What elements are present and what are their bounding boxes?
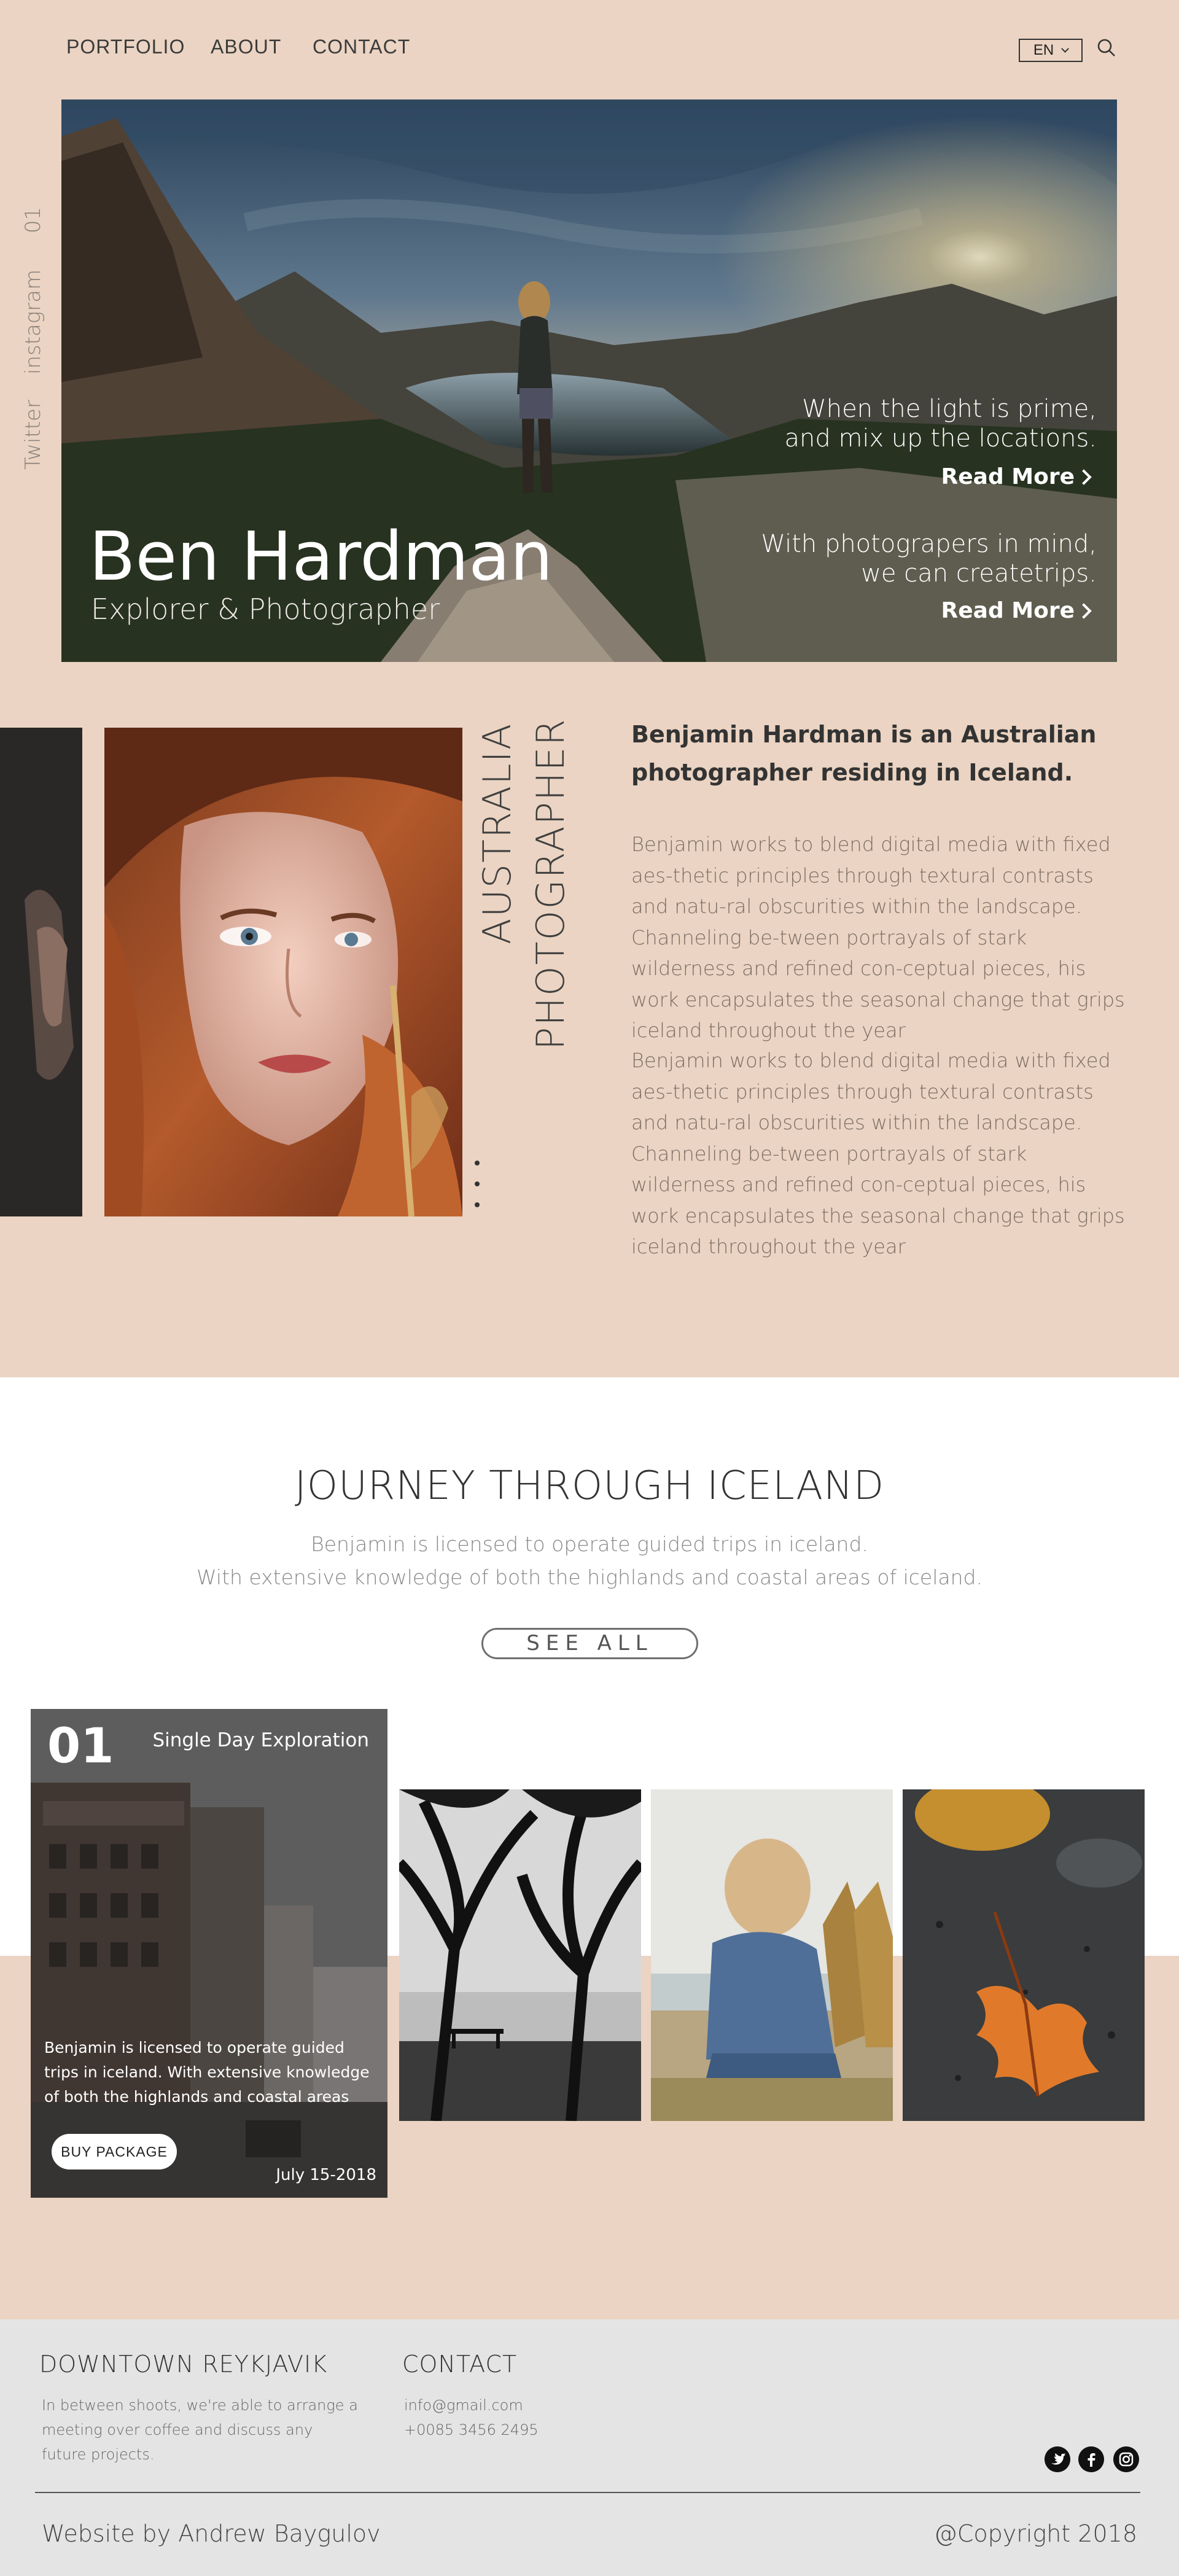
hero-title: Ben Hardman <box>89 517 553 596</box>
footer-location-heading: DOWNTOWN REYKJAVIK <box>39 2351 328 2378</box>
footer-contact-heading: CONTACT <box>402 2351 518 2378</box>
vertical-label-photographer: PHOTOGRAPHER <box>528 718 573 1050</box>
hero-blurb-2-line-1: With photograpers in mind, <box>761 530 1097 558</box>
hero-blurb-2-line-2: we can createtrips. <box>861 559 1097 588</box>
card-title: Single Day Exploration <box>152 1729 369 1751</box>
read-more-link-1[interactable]: Read More <box>941 464 1092 489</box>
side-number: 01 <box>21 206 45 233</box>
read-more-label: Read More <box>941 464 1075 489</box>
hero-blurb-1: When the light is prime, and mix up the … <box>784 394 1097 453</box>
side-twitter-link[interactable]: Twitter <box>21 400 45 470</box>
card-date: July 15-2018 <box>276 2166 376 2184</box>
about-paragraph-1: Benjamin works to blend digital media wi… <box>631 833 1125 1042</box>
footer-phone: +0085 3456 2495 <box>404 2421 539 2438</box>
footer-location-text: In between shoots, we're able to arrange… <box>42 2397 358 2463</box>
about-heading: Benjamin Hardman is an Australian photog… <box>631 721 1097 786</box>
footer-divider <box>35 2492 1140 2493</box>
footer-email-link[interactable]: info@gmail.com <box>404 2393 523 2418</box>
hero-blurb-1-line-1: When the light is prime, <box>802 395 1097 423</box>
twitter-icon[interactable] <box>1045 2446 1070 2472</box>
journey-subtitle-2: With extensive knowledge of both the hig… <box>196 1565 982 1589</box>
read-more-link-2[interactable]: Read More <box>941 598 1092 623</box>
instagram-icon[interactable] <box>1113 2446 1139 2472</box>
language-select[interactable]: EN <box>1019 39 1083 62</box>
gallery-photo-trees[interactable] <box>399 1789 641 2121</box>
chevron-down-icon <box>1061 45 1070 53</box>
language-value: EN <box>1033 42 1054 58</box>
dots-indicator <box>475 1161 480 1223</box>
nav-contact-link[interactable]: CONTACT <box>313 36 410 58</box>
buy-package-button[interactable]: BUY PACKAGE <box>52 2134 177 2169</box>
portrait-image <box>104 728 462 1216</box>
journey-title: JOURNEY THROUGH ICELAND <box>294 1463 885 1509</box>
search-icon[interactable] <box>1097 38 1116 58</box>
card-description: Benjamin is licensed to operate guided t… <box>44 2039 370 2106</box>
side-instagram-link[interactable]: instagram <box>21 270 45 375</box>
nav-about-link[interactable]: ABOUT <box>211 36 281 58</box>
footer-copyright: @Copyright 2018 <box>933 2520 1137 2547</box>
footer-credit: Website by Andrew Baygulov <box>42 2520 381 2547</box>
card-number: 01 <box>47 1719 114 1774</box>
gallery-photo-leaf[interactable] <box>903 1789 1145 2121</box>
nav-portfolio-link[interactable]: PORTFOLIO <box>66 36 185 58</box>
hero-blurb-2: With photograpers in mind, we can create… <box>761 529 1097 588</box>
hero-blurb-1-line-2: and mix up the locations. <box>784 424 1097 453</box>
gallery-photo-child[interactable] <box>651 1789 893 2121</box>
read-more-label: Read More <box>941 598 1075 623</box>
chevron-right-icon <box>1076 469 1092 485</box>
chevron-right-icon <box>1076 602 1092 619</box>
journey-subtitle-1: Benjamin is licensed to operate guided t… <box>311 1532 868 1556</box>
hero-banner: Ben Hardman Explorer & Photographer When… <box>61 99 1117 662</box>
see-all-button[interactable]: SEE ALL <box>481 1628 698 1659</box>
city-street-image <box>31 1709 387 2198</box>
vertical-label-australia: AUSTRALIA <box>475 722 519 944</box>
hero-subtitle: Explorer & Photographer <box>91 593 440 626</box>
about-paragraph-2: Benjamin works to blend digital media wi… <box>631 1049 1125 1258</box>
facebook-icon[interactable] <box>1078 2446 1104 2472</box>
trip-card[interactable]: 01 Single Day Exploration Benjamin is li… <box>31 1709 387 2198</box>
portrait-partial-image <box>0 728 82 1216</box>
